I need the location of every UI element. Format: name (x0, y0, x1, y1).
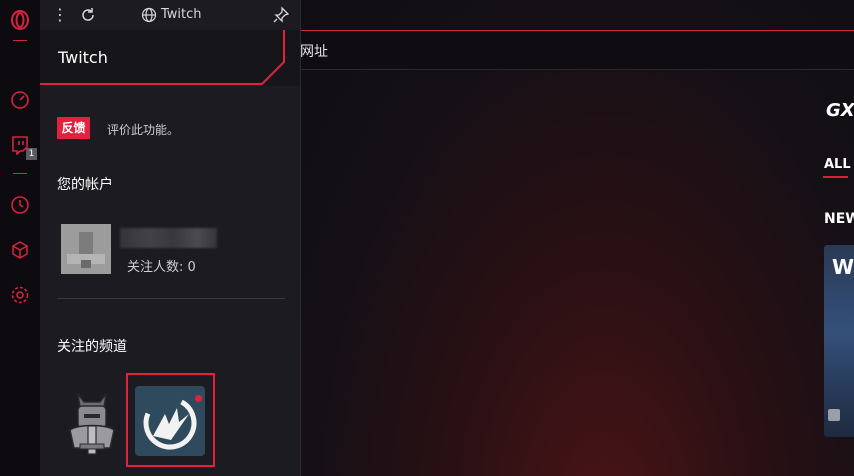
panel-title: Twitch (58, 48, 108, 67)
address-placeholder: 网址 (300, 44, 328, 60)
followers-count: 关注人数: 0 (127, 260, 196, 275)
rail-divider (13, 40, 27, 41)
sidebar-rail: 1 (0, 0, 41, 476)
channels-heading: 关注的频道 (57, 339, 127, 355)
opera-logo-icon[interactable] (10, 10, 30, 30)
tab-all[interactable]: ALL (824, 157, 851, 172)
account-heading: 您的帐户 (57, 177, 113, 193)
rail-divider (13, 173, 27, 174)
globe-icon (141, 7, 157, 23)
panel-header: Twitch (40, 30, 300, 86)
panel-toolbar: ⋮ Twitch (40, 0, 300, 30)
windows-icon (828, 409, 840, 421)
panel-site-title: Twitch (161, 7, 202, 22)
feedback-tag[interactable]: 反馈 (57, 117, 90, 139)
game-card[interactable]: W (824, 245, 854, 437)
pin-icon[interactable] (272, 6, 290, 24)
tab-all-underline (823, 176, 848, 178)
gx-heading: GX (826, 100, 854, 121)
reload-icon[interactable] (80, 7, 96, 23)
browser-background: 网址 GX ALL NEW W (300, 0, 854, 476)
more-menu-icon[interactable]: ⋮ (52, 6, 68, 24)
history-icon[interactable] (10, 195, 30, 215)
address-bar[interactable]: 网址 (300, 31, 854, 70)
speed-dial-icon[interactable] (10, 90, 30, 110)
new-heading: NEW (824, 211, 854, 227)
avatar[interactable] (61, 224, 111, 274)
settings-icon[interactable] (10, 285, 30, 305)
live-indicator-dot (195, 395, 202, 402)
twitch-panel: ⋮ Twitch Twitch 反馈 评价此功能。 您的帐户 关注人数: 0 关… (40, 0, 301, 476)
feedback-link[interactable]: 评价此功能。 (107, 121, 179, 138)
channel-avatar-knight[interactable] (64, 386, 120, 458)
username-redacted (120, 228, 217, 248)
section-divider (57, 298, 285, 299)
twitch-badge: 1 (26, 148, 37, 160)
game-card-title: W (832, 255, 854, 279)
extensions-icon[interactable] (10, 240, 30, 260)
